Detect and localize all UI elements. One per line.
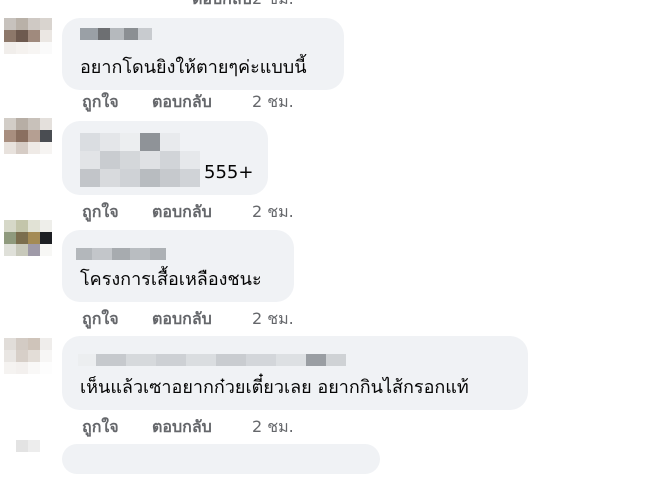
comment-text: เห็นแล้วเซาอยากก๋วยเตี๋ยวเลย อยากกินไส้ก…	[80, 377, 469, 398]
like-link[interactable]: ถูกใจ	[82, 308, 119, 330]
avatar[interactable]	[4, 338, 52, 386]
like-link[interactable]: ถูกใจ	[82, 91, 119, 113]
comment-bubble	[62, 444, 380, 474]
avatar[interactable]	[4, 18, 52, 66]
avatar[interactable]	[4, 440, 52, 488]
timestamp-link[interactable]: 2 ชม.	[252, 416, 294, 438]
timestamp-link[interactable]: 2 ชม.	[252, 0, 294, 10]
timestamp-link[interactable]: 2 ชม.	[252, 201, 294, 223]
like-link[interactable]: ถูกใจ	[82, 416, 119, 438]
reply-link[interactable]: ตอบกลับ	[152, 91, 212, 113]
author-name-blurred[interactable]	[80, 28, 152, 40]
reply-link[interactable]: ตอบกลับ	[152, 201, 212, 223]
avatar[interactable]	[4, 220, 52, 268]
comment-text: อยากโดนยิงให้ตายๆค่ะแบบนี้	[80, 57, 307, 78]
timestamp-link[interactable]: 2 ชม.	[252, 308, 294, 330]
reply-link[interactable]: ตอบกลับ	[152, 308, 212, 330]
comment-text: 555+	[204, 162, 254, 183]
comment-bubble: เห็นแล้วเซาอยากก๋วยเตี๋ยวเลย อยากกินไส้ก…	[62, 336, 528, 410]
blurred-image-content	[80, 133, 200, 187]
avatar[interactable]	[4, 118, 52, 166]
comment-bubble: โครงการเสื้อเหลืองชนะ	[62, 230, 294, 302]
comment-text: โครงการเสื้อเหลืองชนะ	[80, 269, 262, 290]
reply-link[interactable]: ตอบกลับ	[152, 416, 212, 438]
comment-bubble: 555+	[62, 121, 268, 195]
author-name-blurred[interactable]	[78, 354, 346, 366]
like-link[interactable]: ถูกใจ	[82, 201, 119, 223]
timestamp-link[interactable]: 2 ชม.	[252, 91, 294, 113]
comment-bubble: อยากโดนยิงให้ตายๆค่ะแบบนี้	[62, 18, 344, 90]
author-name-blurred[interactable]	[76, 248, 166, 260]
reply-link[interactable]: ตอบกลับ	[192, 0, 252, 10]
